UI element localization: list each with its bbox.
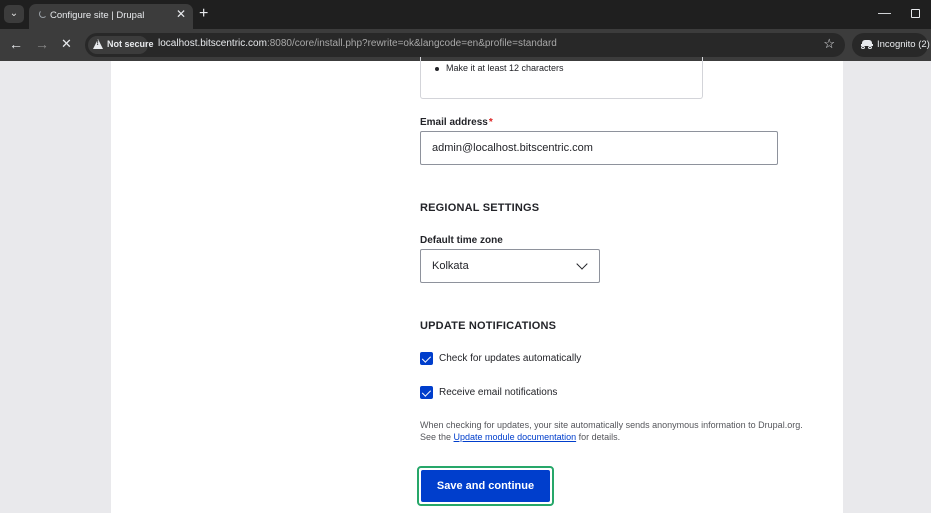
check-updates-label[interactable]: Check for updates automatically bbox=[439, 353, 581, 364]
browser-tab-strip: ⌄ Configure site | Drupal ✕ + — bbox=[0, 0, 931, 29]
page-viewport: Make it at least 12 characters Email add… bbox=[0, 57, 931, 513]
timezone-value: Kolkata bbox=[432, 260, 469, 272]
security-indicator[interactable]: Not secure bbox=[88, 36, 154, 54]
required-marker: * bbox=[488, 117, 493, 128]
update-help-text: When checking for updates, your site aut… bbox=[420, 419, 820, 443]
url-text[interactable]: localhost.bitscentric.com:8080/core/inst… bbox=[158, 38, 557, 49]
email-notifications-checkbox[interactable] bbox=[420, 386, 433, 399]
email-field[interactable]: admin@localhost.bitscentric.com bbox=[420, 131, 778, 165]
tab-title: Configure site | Drupal bbox=[50, 10, 145, 21]
url-host: localhost.bitscentric.com bbox=[158, 38, 267, 49]
email-label-text: Email address bbox=[420, 117, 488, 128]
incognito-indicator[interactable]: Incognito (2) bbox=[852, 33, 930, 57]
save-and-continue-button[interactable]: Save and continue bbox=[417, 466, 554, 506]
timezone-select[interactable]: Kolkata bbox=[420, 249, 600, 283]
plus-icon[interactable]: + bbox=[199, 4, 208, 24]
incognito-label: Incognito (2) bbox=[877, 39, 930, 50]
timezone-label: Default time zone bbox=[420, 235, 503, 246]
chevron-down-icon bbox=[576, 258, 588, 270]
password-hint: Make it at least 12 characters bbox=[435, 63, 564, 73]
loading-spinner-icon bbox=[39, 10, 47, 18]
password-requirements-box: Make it at least 12 characters bbox=[420, 57, 703, 99]
update-notifications-heading: UPDATE NOTIFICATIONS bbox=[420, 320, 557, 332]
regional-settings-heading: REGIONAL SETTINGS bbox=[420, 202, 540, 214]
install-form-panel: Make it at least 12 characters Email add… bbox=[111, 57, 843, 513]
close-icon[interactable]: ✕ bbox=[176, 7, 186, 21]
minimize-icon[interactable]: — bbox=[878, 5, 891, 20]
restore-icon[interactable] bbox=[911, 9, 920, 18]
forward-arrow-icon[interactable]: → bbox=[35, 35, 49, 53]
security-label: Not secure bbox=[107, 39, 154, 49]
back-arrow-icon[interactable]: ← bbox=[9, 35, 23, 53]
browser-tab[interactable]: Configure site | Drupal ✕ bbox=[29, 4, 193, 29]
stop-icon[interactable]: ✕ bbox=[61, 35, 72, 53]
tab-list-icon[interactable]: ⌄ bbox=[4, 5, 24, 23]
email-notifications-label[interactable]: Receive email notifications bbox=[439, 387, 557, 398]
incognito-icon bbox=[861, 40, 873, 49]
email-value: admin@localhost.bitscentric.com bbox=[432, 142, 593, 154]
save-button-label: Save and continue bbox=[421, 470, 550, 502]
warning-icon bbox=[93, 39, 103, 49]
star-icon[interactable]: ☆ bbox=[823, 36, 835, 52]
url-path: :8080/core/install.php?rewrite=ok&langco… bbox=[266, 38, 557, 49]
update-module-docs-link[interactable]: Update module documentation bbox=[454, 432, 577, 442]
check-updates-checkbox[interactable] bbox=[420, 352, 433, 365]
email-label: Email address* bbox=[420, 117, 493, 128]
help-text-end: for details. bbox=[576, 432, 621, 442]
address-bar[interactable]: Not secure localhost.bitscentric.com:808… bbox=[85, 33, 845, 57]
